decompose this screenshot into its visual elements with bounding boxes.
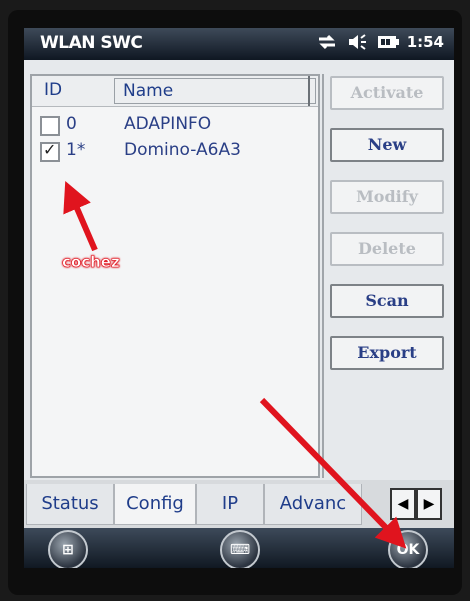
tab-status[interactable]: Status (26, 484, 114, 525)
keyboard-icon[interactable]: ⌨ (220, 530, 260, 568)
screen: WLAN SWC 1:54 ID Name 0 ADAPINFO ✓ 1* Do… (24, 28, 454, 568)
tab-ip[interactable]: IP (196, 484, 264, 525)
row-id: 0 (66, 114, 77, 134)
delete-button[interactable]: Delete (330, 232, 444, 266)
tab-scroll-right-icon[interactable]: ▶ (416, 488, 442, 520)
list-header: ID Name (32, 76, 318, 107)
row-checkbox-checked[interactable]: ✓ (40, 140, 60, 162)
action-buttons: Activate New Modify Delete Scan Export (322, 74, 452, 478)
row-id: 1* (66, 140, 86, 160)
battery-icon[interactable] (377, 33, 399, 51)
tab-advanced[interactable]: Advanc (264, 484, 362, 525)
list-item[interactable]: ✓ 1* Domino-A6A3 (32, 140, 318, 164)
ok-button[interactable]: OK (388, 530, 428, 568)
tab-bar: Status Config IP Advanc ◀ ▶ (24, 480, 454, 528)
scan-button[interactable]: Scan (330, 284, 444, 318)
new-button[interactable]: New (330, 128, 444, 162)
app-title: WLAN SWC (40, 33, 143, 53)
clock[interactable]: 1:54 (407, 33, 444, 51)
title-bar: WLAN SWC 1:54 (24, 28, 454, 60)
activate-button[interactable]: Activate (330, 76, 444, 110)
column-divider (308, 76, 310, 106)
list-item[interactable]: 0 ADAPINFO (32, 114, 318, 138)
column-header-name[interactable]: Name (114, 78, 316, 104)
network-list[interactable]: ID Name 0 ADAPINFO ✓ 1* Domino-A6A3 (30, 74, 320, 478)
row-name: Domino-A6A3 (124, 140, 241, 160)
row-name: ADAPINFO (124, 114, 212, 134)
annotation-note: cochez (62, 253, 120, 272)
column-header-id[interactable]: ID (44, 80, 62, 100)
export-button[interactable]: Export (330, 336, 444, 370)
volume-icon[interactable] (347, 33, 367, 51)
modify-button[interactable]: Modify (330, 180, 444, 214)
tab-config[interactable]: Config (114, 484, 196, 525)
bottom-bar: ⊞ ⌨ OK (24, 528, 454, 568)
connectivity-icon[interactable] (317, 33, 337, 51)
tab-scroll-left-icon[interactable]: ◀ (390, 488, 416, 520)
checkmark-icon: ✓ (43, 140, 57, 159)
row-checkbox[interactable] (40, 116, 60, 136)
windows-start-icon[interactable]: ⊞ (48, 530, 88, 568)
